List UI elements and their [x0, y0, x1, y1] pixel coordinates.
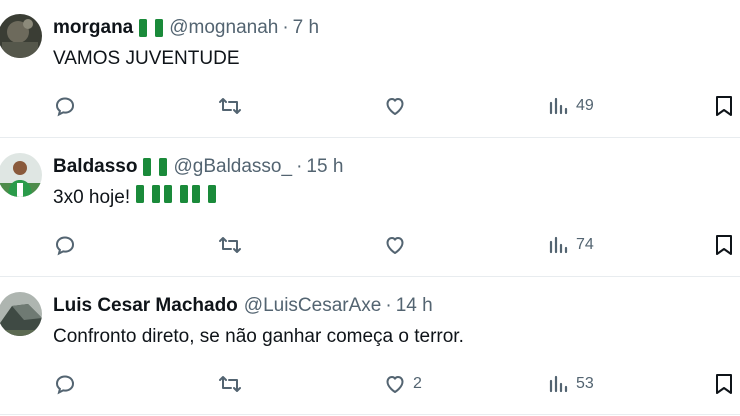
tweet-text: 3x0 hoje!	[53, 187, 131, 208]
view-count: 49	[576, 97, 594, 114]
tweet-actions: 2 53	[53, 370, 740, 398]
separator-dot: ·	[282, 17, 289, 38]
timestamp[interactable]: 14 h	[396, 294, 433, 318]
username[interactable]: @mognanah	[169, 16, 278, 40]
heart-icon	[383, 94, 407, 118]
flag-icon	[143, 158, 168, 176]
reply-button[interactable]	[53, 92, 83, 120]
view-count: 74	[576, 236, 594, 253]
heart-icon	[383, 233, 407, 257]
like-count: 2	[413, 375, 422, 392]
like-button[interactable]	[383, 92, 413, 120]
tweet[interactable]: morgana @mognanah · 7 h VAMOS JUVENTUDE …	[0, 0, 740, 138]
avatar[interactable]	[0, 14, 42, 58]
tweet-actions: 49	[53, 92, 740, 120]
like-button[interactable]: 2	[383, 370, 422, 398]
reply-icon	[53, 233, 77, 257]
separator-dot: ·	[385, 295, 392, 316]
bookmark-button[interactable]	[713, 231, 735, 259]
views-button[interactable]: 53	[548, 370, 594, 398]
retweet-button[interactable]	[217, 231, 249, 259]
views-chart-icon	[548, 234, 570, 256]
retweet-button[interactable]	[217, 92, 249, 120]
tweet-actions: 74	[53, 231, 740, 259]
reply-icon	[53, 94, 77, 118]
retweet-icon	[217, 94, 243, 118]
retweet-button[interactable]	[217, 370, 249, 398]
views-chart-icon	[548, 95, 570, 117]
bookmark-button[interactable]	[713, 92, 735, 120]
reply-icon	[53, 372, 77, 396]
retweet-icon	[217, 233, 243, 257]
display-name[interactable]: Baldasso	[53, 155, 137, 179]
display-name[interactable]: morgana	[53, 16, 133, 40]
view-count: 53	[576, 375, 594, 392]
flag-icon	[136, 185, 161, 211]
flag-icon	[164, 185, 189, 211]
reply-button[interactable]	[53, 231, 83, 259]
username[interactable]: @LuisCesarAxe	[244, 294, 382, 318]
tweet-divider	[0, 276, 740, 277]
tweet[interactable]: Baldasso @gBaldasso_ · 15 h 3x0 hoje! 74	[0, 139, 740, 277]
bookmark-icon	[713, 233, 735, 257]
tweet[interactable]: Luis Cesar Machado @LuisCesarAxe · 14 h …	[0, 278, 740, 416]
tweet-divider	[0, 137, 740, 138]
bookmark-icon	[713, 372, 735, 396]
username[interactable]: @gBaldasso_	[173, 155, 292, 179]
flag-icon	[139, 19, 164, 37]
reply-button[interactable]	[53, 370, 83, 398]
views-button[interactable]: 74	[548, 231, 594, 259]
timestamp[interactable]: 15 h	[306, 155, 343, 179]
tweet-divider	[0, 414, 740, 415]
like-button[interactable]	[383, 231, 413, 259]
views-chart-icon	[548, 373, 570, 395]
timestamp[interactable]: 7 h	[293, 16, 319, 40]
bookmark-icon	[713, 94, 735, 118]
display-name[interactable]: Luis Cesar Machado	[53, 294, 238, 318]
tweet-text: Confronto direto, se não ganhar começa o…	[53, 326, 464, 347]
retweet-icon	[217, 372, 243, 396]
views-button[interactable]: 49	[548, 92, 594, 120]
tweet-text: VAMOS JUVENTUDE	[53, 48, 240, 69]
avatar[interactable]	[0, 292, 42, 336]
flag-icon	[192, 185, 217, 211]
bookmark-button[interactable]	[713, 370, 735, 398]
separator-dot: ·	[296, 156, 303, 177]
avatar[interactable]	[0, 153, 42, 197]
heart-icon	[383, 372, 407, 396]
